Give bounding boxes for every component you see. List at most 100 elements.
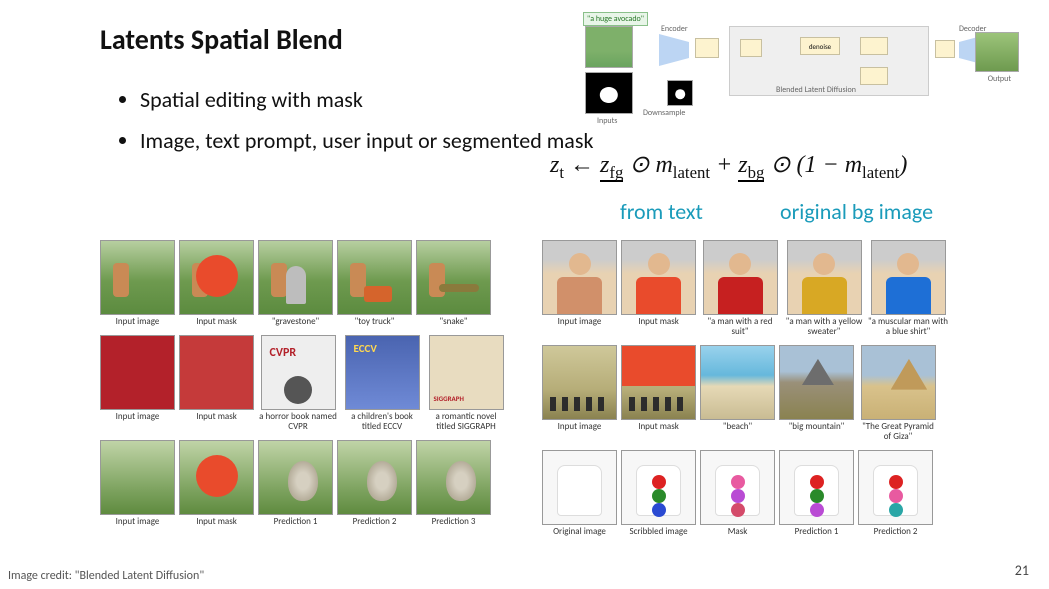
bullet-item: Spatial editing with mask (140, 82, 593, 117)
gallery-row: Input image Input mask"a man with a red s… (542, 240, 948, 337)
gallery-cell: Input mask (621, 345, 696, 442)
caption: "snake" (439, 317, 467, 327)
caption: Input image (116, 317, 160, 327)
caption: Input mask (196, 412, 237, 422)
gallery-row: Input image Input mask a horror book named… (100, 335, 506, 432)
caption: "a muscular man with a blue shirt" (868, 317, 948, 337)
encoder-trap (659, 34, 689, 66)
gallery-cell: Input mask (179, 335, 254, 432)
prompt-tag: "a huge avocado" (583, 12, 648, 26)
gallery-row: Original image Scribbled image Mask Predict… (542, 450, 948, 537)
encoder-label: Encoder (661, 24, 688, 34)
caption: Scribbled image (629, 527, 687, 537)
example-tile (700, 450, 775, 525)
gallery-row: Input imageInput mask"beach""big mountai… (542, 345, 948, 442)
gallery-cell: "toy truck" (337, 240, 412, 327)
example-tile (337, 440, 412, 515)
z-t-block (740, 39, 762, 57)
example-tile (258, 240, 333, 315)
gallery-cell: Input image (100, 440, 175, 527)
example-tile (779, 450, 854, 525)
gallery-cell: a children's book titled ECCV (342, 335, 422, 432)
caption: "The Great Pyramid of Giza" (858, 422, 938, 442)
example-tile (100, 335, 175, 410)
bullet-item: Image, text prompt, user input or segmen… (140, 123, 593, 158)
example-tile (621, 450, 696, 525)
caption: Prediction 1 (274, 517, 318, 527)
caption: Prediction 1 (795, 527, 839, 537)
caption: Input mask (196, 317, 237, 327)
bld-label: Blended Latent Diffusion (776, 85, 856, 95)
example-tile (179, 240, 254, 315)
caption: "beach" (723, 422, 752, 432)
gallery-cell: Input mask (179, 240, 254, 327)
caption: Original image (553, 527, 606, 537)
gallery-cell: "The Great Pyramid of Giza" (858, 345, 938, 442)
example-tile (621, 240, 696, 315)
caption: Input mask (638, 422, 679, 432)
downsample-label: Downsample (643, 108, 685, 118)
example-tile (100, 440, 175, 515)
z-init-block (695, 38, 719, 58)
image-credit: Image credit: "Blended Latent Diffusion" (8, 569, 204, 583)
gallery-cell: "beach" (700, 345, 775, 442)
gallery-cell: "a man with a red suit" (700, 240, 780, 337)
caption: "a man with a red suit" (700, 317, 780, 337)
eq-label-orig-bg: original bg image (780, 198, 933, 225)
gallery-cell: Prediction 3 (416, 440, 491, 527)
example-tile (100, 240, 175, 315)
gallery-cell: Input mask (179, 440, 254, 527)
gallery-cell: Input image (542, 240, 617, 337)
gallery-cell: "snake" (416, 240, 491, 327)
gallery-cell: Prediction 2 (858, 450, 933, 537)
gallery-right-column: Input imageInput mask"a man with a red s… (542, 240, 948, 536)
example-tile (416, 440, 491, 515)
example-tile (779, 345, 854, 420)
z0-block (935, 40, 955, 58)
caption: "gravestone" (272, 317, 319, 327)
inputs-label: Inputs (597, 116, 617, 126)
example-tile (179, 335, 254, 410)
example-tile (337, 240, 412, 315)
input-mask-thumb (585, 72, 633, 114)
example-tile (700, 345, 775, 420)
slide-title: Latents Spatial Blend (100, 22, 343, 57)
caption: a horror book named CVPR (258, 412, 338, 432)
caption: Input image (558, 317, 602, 327)
z-bg-block (860, 67, 888, 85)
example-tile (858, 450, 933, 525)
output-label: Output (988, 74, 1011, 84)
gallery-row: Input image Input mask Prediction 1 Predict… (100, 440, 506, 527)
caption: Input image (116, 517, 160, 527)
example-tile (429, 335, 504, 410)
caption: Mask (728, 527, 748, 537)
gallery-cell: a romantic novel titled SIGGRAPH (426, 335, 506, 432)
example-tile (703, 240, 778, 315)
caption: a romantic novel titled SIGGRAPH (426, 412, 506, 432)
eq-label-from-text: from text (620, 198, 703, 225)
gallery-cell: a horror book named CVPR (258, 335, 338, 432)
caption: Input image (558, 422, 602, 432)
gallery-left-column: Input imageInput mask"gravestone""toy tr… (100, 240, 506, 536)
caption: Prediction 2 (874, 527, 918, 537)
example-tile (871, 240, 946, 315)
gallery-cell: Prediction 1 (258, 440, 333, 527)
gallery-cell: Prediction 2 (337, 440, 412, 527)
page-number: 21 (1015, 562, 1029, 579)
example-tile (542, 345, 617, 420)
bld-panel: denoise Blended Latent Diffusion (729, 26, 929, 96)
caption: a children's book titled ECCV (342, 412, 422, 432)
example-tile (542, 240, 617, 315)
blend-equation: zt ← zfg ⊙ mlatent + zbg ⊙ (1 − mlatent) (550, 150, 907, 183)
gallery-cell: Input image (542, 345, 617, 442)
bullet-list: Spatial editing with mask Image, text pr… (120, 82, 593, 164)
example-tile (179, 440, 254, 515)
downsampled-mask (667, 80, 693, 106)
caption: Prediction 3 (432, 517, 476, 527)
z-fg-block (860, 37, 888, 55)
gallery-cell: Input image (100, 335, 175, 432)
caption: Prediction 2 (353, 517, 397, 527)
example-tile (542, 450, 617, 525)
gallery-cell: Input mask (621, 240, 696, 337)
example-tile (261, 335, 336, 410)
